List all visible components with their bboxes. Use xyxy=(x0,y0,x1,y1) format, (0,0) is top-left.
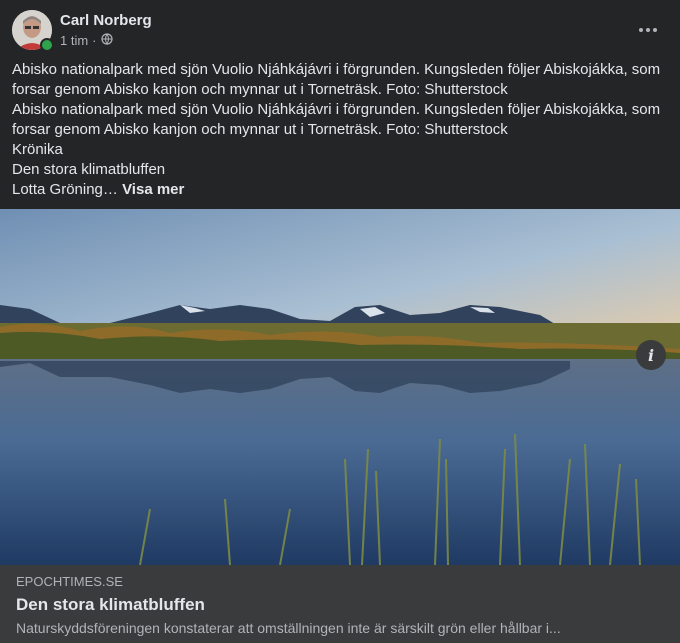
link-title[interactable]: Den stora klimatbluffen xyxy=(16,595,205,615)
online-status-dot xyxy=(40,38,54,52)
post-paragraph: Den stora klimatbluffen xyxy=(12,161,166,178)
link-description: Naturskyddsföreningen konstaterar att om… xyxy=(16,620,561,636)
post-paragraph: Krönika xyxy=(12,141,63,158)
post-meta: 1 tim · xyxy=(60,33,113,48)
post-time[interactable]: 1 tim xyxy=(60,33,88,48)
facebook-post: Carl Norberg 1 tim · Abisko nationalpark… xyxy=(0,0,680,643)
post-paragraph: Abisko nationalpark med sjön Vuolio Njáh… xyxy=(12,61,661,98)
more-options-icon xyxy=(639,28,657,32)
info-icon: i xyxy=(647,345,655,365)
post-truncated-text: Lotta Gröning… xyxy=(12,181,118,198)
link-domain: EPOCHTIMES.SE xyxy=(16,574,123,589)
link-preview[interactable]: EPOCHTIMES.SE Den stora klimatbluffen Na… xyxy=(0,565,680,643)
more-options-button[interactable] xyxy=(632,14,664,46)
post-image[interactable] xyxy=(0,209,680,565)
post-header: Carl Norberg 1 tim · xyxy=(12,10,668,52)
see-more-link[interactable]: Visa mer xyxy=(122,181,184,198)
info-button[interactable]: i xyxy=(636,340,666,370)
meta-separator: · xyxy=(92,33,97,48)
author-name[interactable]: Carl Norberg xyxy=(60,12,152,29)
post-text: Abisko nationalpark med sjön Vuolio Njáh… xyxy=(12,60,666,200)
post-last-line: Lotta Gröning… Visa mer xyxy=(12,180,666,200)
post-paragraph: Abisko nationalpark med sjön Vuolio Njáh… xyxy=(12,101,661,138)
globe-icon xyxy=(100,33,113,48)
